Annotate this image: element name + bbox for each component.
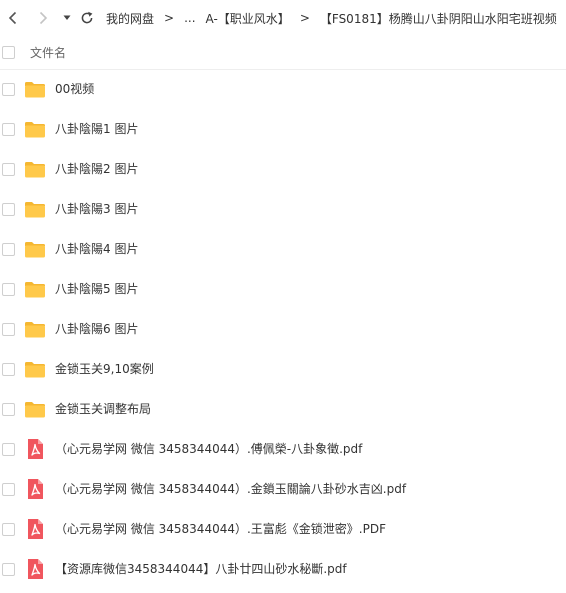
file-name[interactable]: 金锁玉关9,10案例 [55, 349, 154, 389]
refresh-button[interactable] [76, 0, 98, 36]
breadcrumb: 我的网盘 > ... A-【职业风水】 > 【FS0181】杨腾山八卦阴阳山水阳… [106, 10, 566, 27]
folder-icon [24, 118, 46, 140]
file-name[interactable]: 【资源库微信3458344044】八卦廿四山砂水秘斷.pdf [55, 549, 347, 589]
folder-row[interactable]: 八卦陰陽1 图片 [0, 109, 566, 149]
folder-icon [24, 158, 46, 180]
folder-row[interactable]: 八卦陰陽4 图片 [0, 229, 566, 269]
back-button[interactable] [2, 0, 24, 36]
file-name[interactable]: （心元易学网 微信 3458344044）.王富彪《金锁泄密》.PDF [55, 509, 386, 549]
chevron-right-icon [39, 11, 48, 25]
file-name[interactable]: 八卦陰陽4 图片 [55, 229, 138, 269]
row-checkbox[interactable] [2, 123, 15, 136]
row-checkbox[interactable] [2, 243, 15, 256]
breadcrumb-separator: > [164, 11, 175, 25]
chevron-left-icon [8, 11, 17, 25]
row-checkbox[interactable] [2, 163, 15, 176]
file-name[interactable]: 金锁玉关调整布局 [55, 389, 151, 429]
folder-icon [24, 318, 46, 340]
folder-icon [24, 358, 46, 380]
breadcrumb-separator: > [299, 11, 310, 25]
file-name[interactable]: 八卦陰陽1 图片 [55, 109, 138, 149]
row-checkbox[interactable] [2, 283, 15, 296]
file-row[interactable]: （心元易学网 微信 3458344044）.金鎖玉關論八卦砂水吉凶.pdf [0, 469, 566, 509]
row-checkbox[interactable] [2, 443, 15, 456]
row-checkbox[interactable] [2, 203, 15, 216]
file-name[interactable]: 八卦陰陽2 图片 [55, 149, 138, 189]
folder-row[interactable]: 八卦陰陽3 图片 [0, 189, 566, 229]
breadcrumb-item-my-netdisk[interactable]: 我的网盘 [106, 10, 154, 27]
select-all-checkbox[interactable] [2, 46, 15, 59]
row-checkbox[interactable] [2, 403, 15, 416]
breadcrumb-item-ellipsis[interactable]: ... [184, 11, 195, 25]
row-checkbox[interactable] [2, 483, 15, 496]
folder-icon [24, 278, 46, 300]
file-name[interactable]: （心元易学网 微信 3458344044）.傅佩榮-八卦象徵.pdf [55, 429, 362, 469]
folder-row[interactable]: 八卦陰陽5 图片 [0, 269, 566, 309]
forward-button[interactable] [32, 0, 54, 36]
file-list-header: 文件名 [0, 36, 566, 70]
folder-row[interactable]: 八卦陰陽2 图片 [0, 149, 566, 189]
row-checkbox[interactable] [2, 523, 15, 536]
pdf-icon [24, 438, 46, 460]
file-row[interactable]: （心元易学网 微信 3458344044）.王富彪《金锁泄密》.PDF [0, 509, 566, 549]
file-row[interactable]: 【资源库微信3458344044】八卦廿四山砂水秘斷.pdf [0, 549, 566, 589]
navigation-toolbar: 我的网盘 > ... A-【职业风水】 > 【FS0181】杨腾山八卦阴阳山水阳… [0, 0, 566, 36]
history-dropdown-button[interactable] [60, 0, 74, 36]
breadcrumb-item-current-folder[interactable]: 【FS0181】杨腾山八卦阴阳山水阳宅班视频 [320, 10, 557, 27]
folder-icon [24, 238, 46, 260]
file-name[interactable]: 00视频 [55, 69, 94, 109]
row-checkbox[interactable] [2, 323, 15, 336]
breadcrumb-item-feng-shui[interactable]: A-【职业风水】 [206, 10, 290, 27]
folder-icon [24, 198, 46, 220]
pdf-icon [24, 558, 46, 580]
folder-icon [24, 78, 46, 100]
folder-row[interactable]: 金锁玉关9,10案例 [0, 349, 566, 389]
file-name[interactable]: 八卦陰陽6 图片 [55, 309, 138, 349]
folder-row[interactable]: 00视频 [0, 69, 566, 109]
folder-icon [24, 398, 46, 420]
file-name[interactable]: （心元易学网 微信 3458344044）.金鎖玉關論八卦砂水吉凶.pdf [55, 469, 406, 509]
refresh-icon [81, 11, 93, 24]
row-checkbox[interactable] [2, 83, 15, 96]
row-checkbox[interactable] [2, 563, 15, 576]
pdf-icon [24, 518, 46, 540]
folder-row[interactable]: 金锁玉关调整布局 [0, 389, 566, 429]
row-checkbox[interactable] [2, 363, 15, 376]
pdf-icon [24, 478, 46, 500]
file-name[interactable]: 八卦陰陽5 图片 [55, 269, 138, 309]
folder-row[interactable]: 八卦陰陽6 图片 [0, 309, 566, 349]
column-header-filename[interactable]: 文件名 [30, 44, 66, 61]
file-name[interactable]: 八卦陰陽3 图片 [55, 189, 138, 229]
file-list: 00视频 八卦陰陽1 图片 八卦陰陽2 图片 八卦陰陽3 图片 八卦陰陽4 图片 八卦陰陽… [0, 69, 566, 589]
caret-down-icon [63, 15, 71, 20]
file-row[interactable]: （心元易学网 微信 3458344044）.傅佩榮-八卦象徵.pdf [0, 429, 566, 469]
